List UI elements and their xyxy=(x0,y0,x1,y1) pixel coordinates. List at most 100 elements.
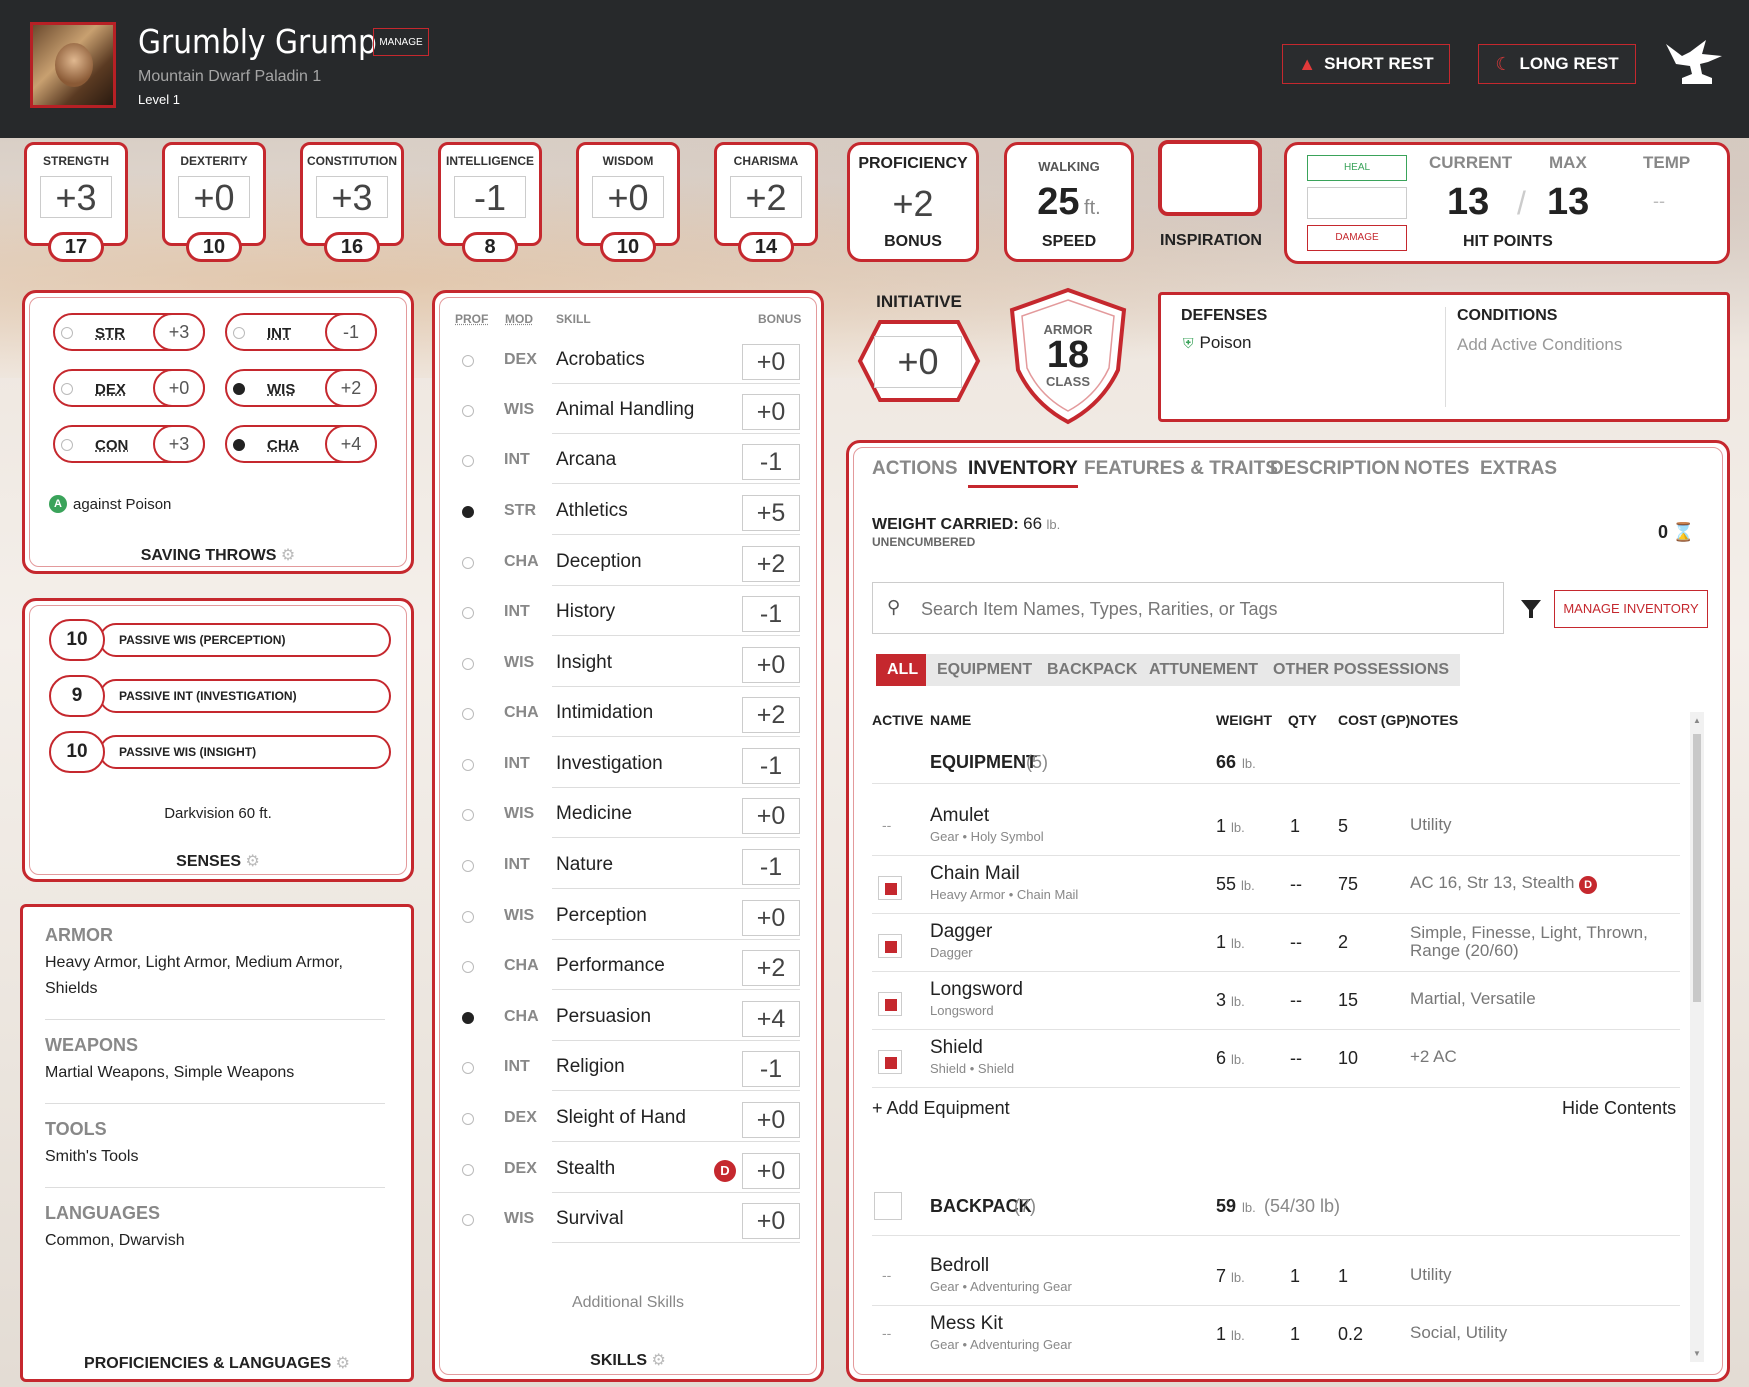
initiative-label: INITIATIVE xyxy=(876,292,962,311)
ability-intelligence[interactable]: INTELLIGENCE -1 8 xyxy=(438,142,542,262)
hide-contents-link[interactable]: Hide Contents xyxy=(1562,1098,1676,1119)
ability-modifier: +3 xyxy=(316,176,388,218)
manage-inventory-button[interactable]: MANAGE INVENTORY xyxy=(1554,590,1708,628)
gear-icon[interactable]: ⚙ xyxy=(652,1352,666,1369)
ability-score: 8 xyxy=(462,232,518,262)
proficiency-dot xyxy=(61,327,73,339)
speed-box: WALKING 25 ft. SPEED xyxy=(1004,142,1134,262)
equipped-checkbox[interactable] xyxy=(878,876,902,900)
inspiration-toggle[interactable] xyxy=(1158,140,1262,216)
ability-wisdom[interactable]: WISDOM +0 10 xyxy=(576,142,680,262)
tab-description[interactable]: DESCRIPTION xyxy=(1270,458,1400,480)
add-conditions-link[interactable]: Add Active Conditions xyxy=(1457,335,1622,355)
filter-all[interactable]: ALL xyxy=(876,654,930,686)
character-name: Grumbly Grump xyxy=(138,22,377,61)
coin-icon: ⌛ xyxy=(1672,522,1695,542)
currency[interactable]: 0 ⌛ xyxy=(1658,522,1694,543)
skill-athletics[interactable]: STR Athletics +5 xyxy=(448,489,800,535)
scrollbar-track[interactable]: ▲ ▼ xyxy=(1690,712,1704,1362)
filter-other-possessions[interactable]: OTHER POSSESSIONS xyxy=(1262,654,1461,686)
skill-persuasion[interactable]: CHA Persuasion +4 xyxy=(448,995,800,1041)
skill-intimidation[interactable]: CHA Intimidation +2 xyxy=(448,691,800,737)
skill-nature[interactable]: INT Nature -1 xyxy=(448,843,800,889)
skill-arcana[interactable]: INT Arcana -1 xyxy=(448,438,800,484)
inspiration-label: INSPIRATION xyxy=(1160,232,1262,249)
tab-extras[interactable]: EXTRAS xyxy=(1480,458,1557,480)
avatar[interactable] xyxy=(30,22,116,108)
ability-modifier: +0 xyxy=(592,176,664,218)
equipment-header[interactable]: EQUIPMENT (5) 66 lb. xyxy=(872,746,1680,784)
equipped-checkbox[interactable] xyxy=(878,934,902,958)
inventory-item[interactable]: -- Mess Kit Gear • Adventuring Gear 1 lb… xyxy=(872,1306,1680,1364)
saving-throws-title: SAVING THROWS ⚙ xyxy=(140,547,296,564)
inventory-item[interactable]: Dagger Dagger 1 lb. -- 2 Simple, Finesse… xyxy=(872,914,1680,972)
scrollbar-thumb[interactable] xyxy=(1693,734,1701,1002)
save-note: A against Poison xyxy=(49,495,171,513)
inventory-item[interactable]: Chain Mail Heavy Armor • Chain Mail 55 l… xyxy=(872,856,1680,914)
scroll-up-icon[interactable]: ▲ xyxy=(1693,716,1701,725)
ability-score: 16 xyxy=(324,232,380,262)
equipped-checkbox[interactable] xyxy=(878,1050,902,1074)
ability-dexterity[interactable]: DEXTERITY +0 10 xyxy=(162,142,266,262)
skill-stealth[interactable]: DEX Stealth D +0 xyxy=(448,1147,800,1193)
skill-survival[interactable]: WIS Survival +0 xyxy=(448,1197,800,1243)
passive-investigation: PASSIVE INT (INVESTIGATION) 9 xyxy=(49,675,391,717)
long-rest-button[interactable]: ☾ LONG REST xyxy=(1478,44,1636,84)
temp-hp[interactable]: -- xyxy=(1653,191,1665,212)
damage-button[interactable]: DAMAGE xyxy=(1307,225,1407,251)
skill-deception[interactable]: CHA Deception +2 xyxy=(448,540,800,586)
skill-performance[interactable]: CHA Performance +2 xyxy=(448,944,800,990)
tab-notes[interactable]: NOTES xyxy=(1404,458,1469,480)
ability-modifier: +2 xyxy=(730,176,802,218)
prof-group-tools: TOOLS Smith's Tools xyxy=(45,1119,139,1165)
skill-perception[interactable]: WIS Perception +0 xyxy=(448,894,800,940)
tab-features-traits[interactable]: FEATURES & TRAITS xyxy=(1084,458,1278,480)
defenses-title: DEFENSES xyxy=(1181,307,1268,324)
search-input[interactable]: ⚲ Search Item Names, Types, Rarities, or… xyxy=(872,582,1504,634)
skill-religion[interactable]: INT Religion -1 xyxy=(448,1045,800,1091)
ability-constitution[interactable]: CONSTITUTION +3 16 xyxy=(300,142,404,262)
hp-amount-input[interactable] xyxy=(1307,187,1407,219)
character-level: Level 1 xyxy=(138,92,180,107)
skill-insight[interactable]: WIS Insight +0 xyxy=(448,641,800,687)
current-hp[interactable]: 13 xyxy=(1447,181,1489,224)
filter-attunement[interactable]: ATTUNEMENT xyxy=(1138,654,1270,686)
inventory-item[interactable]: -- Bedroll Gear • Adventuring Gear 7 lb.… xyxy=(872,1248,1680,1306)
gear-icon[interactable]: ⚙ xyxy=(281,547,295,564)
additional-skills-link[interactable]: Additional Skills xyxy=(432,1294,824,1312)
ability-score: 10 xyxy=(600,232,656,262)
inventory-item[interactable]: -- Amulet Gear • Holy Symbol 1 lb. 1 5 U… xyxy=(872,798,1680,856)
initiative-value[interactable]: +0 xyxy=(874,336,962,388)
add-equipment-link[interactable]: + Add Equipment xyxy=(872,1098,1010,1119)
skill-acrobatics[interactable]: DEX Acrobatics +0 xyxy=(448,338,800,384)
heal-button[interactable]: HEAL xyxy=(1307,155,1407,181)
anvil-icon[interactable] xyxy=(1662,34,1726,94)
short-rest-button[interactable]: ▲ SHORT REST xyxy=(1282,44,1450,84)
inventory-item[interactable]: Shield Shield • Shield 6 lb. -- 10 +2 AC xyxy=(872,1030,1680,1088)
prof-group-languages: LANGUAGES Common, Dwarvish xyxy=(45,1203,185,1249)
passive-insight: PASSIVE WIS (INSIGHT) 10 xyxy=(49,731,391,773)
tab-inventory[interactable]: INVENTORY xyxy=(968,458,1078,488)
skill-history[interactable]: INT History -1 xyxy=(448,590,800,636)
inventory-item[interactable]: Longsword Longsword 3 lb. -- 15 Martial,… xyxy=(872,972,1680,1030)
skill-animal-handling[interactable]: WIS Animal Handling +0 xyxy=(448,388,800,434)
scroll-down-icon[interactable]: ▼ xyxy=(1693,1349,1701,1358)
skill-medicine[interactable]: WIS Medicine +0 xyxy=(448,792,800,838)
proficiencies-title: PROFICIENCIES & LANGUAGES ⚙ xyxy=(84,1355,350,1372)
skill-sleight-of-hand[interactable]: DEX Sleight of Hand +0 xyxy=(448,1096,800,1142)
skill-investigation[interactable]: INT Investigation -1 xyxy=(448,742,800,788)
tab-actions[interactable]: ACTIONS xyxy=(872,458,958,480)
gear-icon[interactable]: ⚙ xyxy=(246,853,260,870)
ability-charisma[interactable]: CHARISMA +2 14 xyxy=(714,142,818,262)
ability-strength[interactable]: STRENGTH +3 17 xyxy=(24,142,128,262)
gear-icon[interactable]: ⚙ xyxy=(336,1355,350,1372)
filter-equipment[interactable]: EQUIPMENT xyxy=(926,654,1044,686)
equipped-checkbox[interactable] xyxy=(878,992,902,1016)
filter-backpack[interactable]: BACKPACK xyxy=(1036,654,1149,686)
backpack-checkbox[interactable] xyxy=(874,1192,902,1220)
manage-button[interactable]: MANAGE xyxy=(373,28,429,56)
backpack-header[interactable]: BACKPACK (7) 59 lb. (54/30 lb) xyxy=(872,1190,1680,1236)
filter-icon[interactable] xyxy=(1520,598,1542,620)
disadvantage-icon: D xyxy=(1579,876,1598,894)
proficiency-value: +2 xyxy=(892,183,934,224)
